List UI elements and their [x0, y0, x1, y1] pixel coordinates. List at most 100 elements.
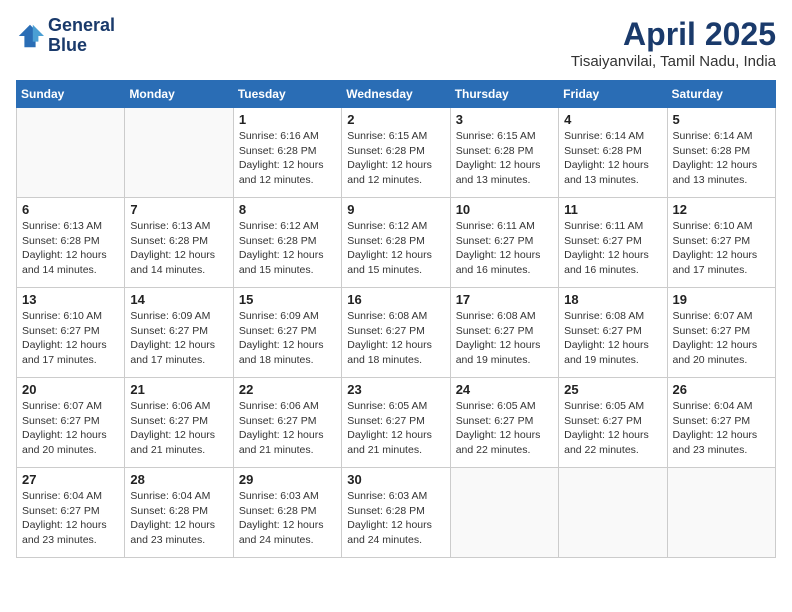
day-number: 19 — [673, 292, 770, 307]
calendar-cell: 27 Sunrise: 6:04 AMSunset: 6:27 PMDayligh… — [17, 468, 125, 558]
calendar-cell: 28 Sunrise: 6:04 AMSunset: 6:28 PMDayligh… — [125, 468, 233, 558]
day-number: 22 — [239, 382, 336, 397]
calendar-cell: 29 Sunrise: 6:03 AMSunset: 6:28 PMDayligh… — [233, 468, 341, 558]
day-info: Sunrise: 6:10 AMSunset: 6:27 PMDaylight:… — [673, 219, 770, 278]
calendar-cell: 11 Sunrise: 6:11 AMSunset: 6:27 PMDayligh… — [559, 198, 667, 288]
day-info: Sunrise: 6:11 AMSunset: 6:27 PMDaylight:… — [564, 219, 661, 278]
weekday-header-wednesday: Wednesday — [342, 81, 450, 108]
calendar-cell: 20Sunrise: 6:07 AMSunset: 6:27 PMDayligh… — [17, 378, 125, 468]
calendar-cell: 2Sunrise: 6:15 AMSunset: 6:28 PMDaylight… — [342, 108, 450, 198]
calendar-cell: 16Sunrise: 6:08 AMSunset: 6:27 PMDayligh… — [342, 288, 450, 378]
week-row-3: 13Sunrise: 6:10 AMSunset: 6:27 PMDayligh… — [17, 288, 776, 378]
calendar-cell: 24Sunrise: 6:05 AMSunset: 6:27 PMDayligh… — [450, 378, 558, 468]
calendar-cell: 18 Sunrise: 6:08 AMSunset: 6:27 PMDayligh… — [559, 288, 667, 378]
day-number: 8 — [239, 202, 336, 217]
day-number: 3 — [456, 112, 553, 127]
calendar-cell: 6 Sunrise: 6:13 AMSunset: 6:28 PMDaylight… — [17, 198, 125, 288]
day-number: 9 — [347, 202, 444, 217]
calendar-table: SundayMondayTuesdayWednesdayThursdayFrid… — [16, 80, 776, 558]
day-info: Sunrise: 6:14 AMSunset: 6:28 PMDaylight:… — [564, 129, 661, 188]
day-info: Sunrise: 6:08 AMSunset: 6:27 PMDaylight:… — [347, 309, 444, 368]
calendar-cell: 17 Sunrise: 6:08 AMSunset: 6:27 PMDayligh… — [450, 288, 558, 378]
calendar-cell: 4 Sunrise: 6:14 AMSunset: 6:28 PMDaylight… — [559, 108, 667, 198]
calendar-cell — [667, 468, 775, 558]
weekday-header-saturday: Saturday — [667, 81, 775, 108]
calendar-cell: 8 Sunrise: 6:12 AMSunset: 6:28 PMDaylight… — [233, 198, 341, 288]
day-number: 4 — [564, 112, 661, 127]
title-block: April 2025 Tisaiyanvilai, Tamil Nadu, In… — [571, 16, 776, 70]
calendar-cell — [559, 468, 667, 558]
day-number: 17 — [456, 292, 553, 307]
day-info: Sunrise: 6:09 AMSunset: 6:27 PMDaylight:… — [130, 309, 227, 368]
calendar-cell: 19 Sunrise: 6:07 AMSunset: 6:27 PMDayligh… — [667, 288, 775, 378]
calendar-cell: 3 Sunrise: 6:15 AMSunset: 6:28 PMDaylight… — [450, 108, 558, 198]
week-row-1: 1 Sunrise: 6:16 AMSunset: 6:28 PMDaylight… — [17, 108, 776, 198]
day-info: Sunrise: 6:04 AMSunset: 6:28 PMDaylight:… — [130, 489, 227, 548]
week-row-2: 6 Sunrise: 6:13 AMSunset: 6:28 PMDaylight… — [17, 198, 776, 288]
day-info: Sunrise: 6:05 AMSunset: 6:27 PMDaylight:… — [347, 399, 444, 458]
calendar-cell: 13Sunrise: 6:10 AMSunset: 6:27 PMDayligh… — [17, 288, 125, 378]
day-number: 1 — [239, 112, 336, 127]
day-number: 29 — [239, 472, 336, 487]
day-number: 23 — [347, 382, 444, 397]
day-info: Sunrise: 6:12 AMSunset: 6:28 PMDaylight:… — [347, 219, 444, 278]
day-info: Sunrise: 6:12 AMSunset: 6:28 PMDaylight:… — [239, 219, 336, 278]
day-info: Sunrise: 6:07 AMSunset: 6:27 PMDaylight:… — [673, 309, 770, 368]
day-info: Sunrise: 6:14 AMSunset: 6:28 PMDaylight:… — [673, 129, 770, 188]
weekday-header-sunday: Sunday — [17, 81, 125, 108]
day-number: 14 — [130, 292, 227, 307]
calendar-cell — [450, 468, 558, 558]
day-info: Sunrise: 6:10 AMSunset: 6:27 PMDaylight:… — [22, 309, 119, 368]
calendar-cell: 26Sunrise: 6:04 AMSunset: 6:27 PMDayligh… — [667, 378, 775, 468]
week-row-4: 20Sunrise: 6:07 AMSunset: 6:27 PMDayligh… — [17, 378, 776, 468]
day-info: Sunrise: 6:13 AMSunset: 6:28 PMDaylight:… — [22, 219, 119, 278]
day-info: Sunrise: 6:15 AMSunset: 6:28 PMDaylight:… — [347, 129, 444, 188]
day-info: Sunrise: 6:08 AMSunset: 6:27 PMDaylight:… — [456, 309, 553, 368]
day-number: 7 — [130, 202, 227, 217]
weekday-header-monday: Monday — [125, 81, 233, 108]
calendar-cell: 12Sunrise: 6:10 AMSunset: 6:27 PMDayligh… — [667, 198, 775, 288]
calendar-cell: 1 Sunrise: 6:16 AMSunset: 6:28 PMDaylight… — [233, 108, 341, 198]
weekday-header-tuesday: Tuesday — [233, 81, 341, 108]
weekday-header-friday: Friday — [559, 81, 667, 108]
day-info: Sunrise: 6:07 AMSunset: 6:27 PMDaylight:… — [22, 399, 119, 458]
day-number: 21 — [130, 382, 227, 397]
calendar-cell: 15 Sunrise: 6:09 AMSunset: 6:27 PMDayligh… — [233, 288, 341, 378]
day-number: 18 — [564, 292, 661, 307]
day-number: 28 — [130, 472, 227, 487]
location-title: Tisaiyanvilai, Tamil Nadu, India — [571, 53, 776, 70]
day-number: 26 — [673, 382, 770, 397]
weekday-header-thursday: Thursday — [450, 81, 558, 108]
day-number: 5 — [673, 112, 770, 127]
calendar-cell: 5 Sunrise: 6:14 AMSunset: 6:28 PMDaylight… — [667, 108, 775, 198]
day-info: Sunrise: 6:15 AMSunset: 6:28 PMDaylight:… — [456, 129, 553, 188]
calendar-cell: 10Sunrise: 6:11 AMSunset: 6:27 PMDayligh… — [450, 198, 558, 288]
logo: General Blue — [16, 16, 115, 56]
month-title: April 2025 — [571, 16, 776, 53]
logo-text: General Blue — [48, 16, 115, 56]
day-info: Sunrise: 6:05 AMSunset: 6:27 PMDaylight:… — [564, 399, 661, 458]
calendar-cell — [17, 108, 125, 198]
day-number: 27 — [22, 472, 119, 487]
day-number: 6 — [22, 202, 119, 217]
day-info: Sunrise: 6:08 AMSunset: 6:27 PMDaylight:… — [564, 309, 661, 368]
calendar-cell: 7Sunrise: 6:13 AMSunset: 6:28 PMDaylight… — [125, 198, 233, 288]
day-number: 30 — [347, 472, 444, 487]
day-info: Sunrise: 6:04 AMSunset: 6:27 PMDaylight:… — [22, 489, 119, 548]
week-row-5: 27 Sunrise: 6:04 AMSunset: 6:27 PMDayligh… — [17, 468, 776, 558]
calendar-cell: 14 Sunrise: 6:09 AMSunset: 6:27 PMDayligh… — [125, 288, 233, 378]
calendar-cell: 21Sunrise: 6:06 AMSunset: 6:27 PMDayligh… — [125, 378, 233, 468]
weekday-header-row: SundayMondayTuesdayWednesdayThursdayFrid… — [17, 81, 776, 108]
day-info: Sunrise: 6:03 AMSunset: 6:28 PMDaylight:… — [239, 489, 336, 548]
day-info: Sunrise: 6:09 AMSunset: 6:27 PMDaylight:… — [239, 309, 336, 368]
day-number: 15 — [239, 292, 336, 307]
day-info: Sunrise: 6:16 AMSunset: 6:28 PMDaylight:… — [239, 129, 336, 188]
day-info: Sunrise: 6:06 AMSunset: 6:27 PMDaylight:… — [239, 399, 336, 458]
page-header: General Blue April 2025 Tisaiyanvilai, T… — [16, 16, 776, 70]
calendar-cell: 9 Sunrise: 6:12 AMSunset: 6:28 PMDaylight… — [342, 198, 450, 288]
day-number: 10 — [456, 202, 553, 217]
calendar-cell — [125, 108, 233, 198]
day-number: 24 — [456, 382, 553, 397]
calendar-cell: 25Sunrise: 6:05 AMSunset: 6:27 PMDayligh… — [559, 378, 667, 468]
day-number: 11 — [564, 202, 661, 217]
